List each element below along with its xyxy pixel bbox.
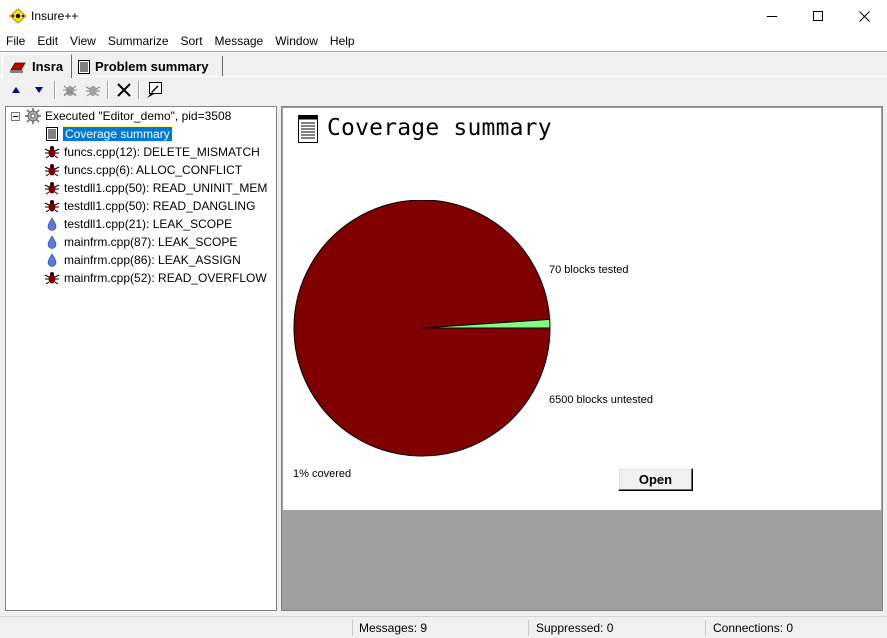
tree-item-label: mainfrm.cpp(86): LEAK_ASSIGN [64, 253, 241, 267]
tree-root[interactable]: Executed "Editor_demo", pid=3508 [25, 107, 231, 125]
menu-window[interactable]: Window [269, 32, 324, 51]
tree-root-label: Executed "Editor_demo", pid=3508 [45, 109, 232, 123]
document-icon [78, 59, 90, 74]
edit-button[interactable] [145, 80, 165, 100]
tab-divider [0, 76, 887, 77]
bug-icon [44, 182, 60, 195]
status-divider [528, 620, 529, 636]
open-button[interactable]: Open [618, 468, 693, 491]
drop-icon [47, 235, 57, 249]
menu-edit[interactable]: Edit [31, 32, 64, 51]
toolbar-separator [54, 81, 56, 99]
delete-button[interactable] [114, 80, 134, 100]
coverage-pie-chart [293, 200, 551, 457]
collapse-toggle[interactable] [11, 112, 20, 121]
drop-icon [47, 217, 57, 231]
window-title: Insure++ [31, 9, 79, 23]
close-icon [858, 10, 870, 22]
tab-problem-summary[interactable]: Problem summary [72, 56, 223, 77]
bug-icon [44, 146, 60, 159]
tree-item-coverage-summary[interactable]: Coverage summary [44, 125, 173, 143]
arrow-down-icon [35, 87, 43, 93]
menu-help[interactable]: Help [324, 32, 361, 51]
tab-strip: Insra Problem summary [0, 53, 887, 78]
minimize-icon [766, 15, 777, 17]
menu-file[interactable]: File [0, 32, 31, 51]
status-connections: Connections: 0 [713, 621, 794, 635]
close-button[interactable] [841, 0, 887, 32]
tree-item-label: testdll1.cpp(50): READ_DANGLING [64, 199, 256, 213]
toolbar-separator [138, 81, 140, 99]
percent-covered-label: 1% covered [293, 468, 352, 480]
status-divider [705, 620, 706, 636]
tree-item[interactable]: mainfrm.cpp(87): LEAK_SCOPE [44, 233, 237, 251]
tree-item-label: Coverage summary [62, 126, 173, 142]
tab-problem-summary-label: Problem summary [95, 59, 209, 74]
status-suppressed: Suppressed: 0 [536, 621, 614, 635]
tree-item[interactable]: funcs.cpp(12): DELETE_MISMATCH [44, 143, 260, 161]
unsuppress-button[interactable] [83, 80, 103, 100]
tree-item-label: testdll1.cpp(21): LEAK_SCOPE [64, 217, 233, 231]
tree-item[interactable]: testdll1.cpp(50): READ_UNINIT_MEM [44, 179, 267, 197]
delete-x-icon [117, 83, 131, 97]
bug-disabled-icon [63, 85, 77, 97]
bug-icon [44, 164, 60, 177]
tree-item[interactable]: funcs.cpp(6): ALLOC_CONFLICT [44, 161, 242, 179]
tree-item[interactable]: testdll1.cpp(21): LEAK_SCOPE [44, 215, 232, 233]
title-bar: Insure++ [0, 0, 887, 32]
menu-bar: File Edit View Summarize Sort Message Wi… [0, 32, 887, 51]
toolbar-separator [107, 81, 109, 99]
tree-item-label: mainfrm.cpp(52): READ_OVERFLOW [64, 271, 267, 285]
toolbar [0, 78, 887, 102]
arrow-up-icon [12, 87, 20, 93]
maximize-icon [812, 10, 823, 21]
menu-sort[interactable]: Sort [175, 32, 209, 51]
tree-item[interactable]: mainfrm.cpp(52): READ_OVERFLOW [44, 269, 267, 287]
tree-item-label: funcs.cpp(12): DELETE_MISMATCH [64, 145, 260, 159]
maximize-button[interactable] [795, 0, 841, 32]
bug-icon [44, 272, 60, 285]
bug-disabled-icon [85, 86, 101, 97]
suppress-button[interactable] [60, 80, 80, 100]
menu-view[interactable]: View [64, 32, 102, 51]
tree-item-label: testdll1.cpp(50): READ_UNINIT_MEM [64, 181, 268, 195]
drop-icon [47, 253, 57, 267]
coverage-title: Coverage summary [327, 115, 552, 141]
tested-blocks-label: 70 blocks tested [549, 264, 629, 276]
menu-summarize[interactable]: Summarize [102, 32, 175, 51]
message-tree[interactable]: Executed "Editor_demo", pid=3508 Coverag… [5, 106, 277, 611]
document-icon [298, 115, 318, 143]
status-bar: Messages: 9 Suppressed: 0 Connections: 0 [0, 616, 887, 638]
tree-item[interactable]: mainfrm.cpp(86): LEAK_ASSIGN [44, 251, 241, 269]
insure-app-icon [9, 8, 27, 24]
tree-item-label: mainfrm.cpp(87): LEAK_SCOPE [64, 235, 238, 249]
move-up-button[interactable] [6, 80, 26, 100]
minimize-button[interactable] [749, 0, 795, 32]
insra-icon [10, 62, 26, 73]
status-divider [352, 620, 353, 636]
document-icon [46, 127, 58, 141]
tree-item-label: funcs.cpp(6): ALLOC_CONFLICT [64, 163, 243, 177]
bug-icon [44, 200, 60, 213]
menu-message[interactable]: Message [209, 32, 270, 51]
status-messages: Messages: 9 [359, 621, 428, 635]
move-down-button[interactable] [29, 80, 49, 100]
tab-insra-label: Insra [32, 59, 64, 74]
tree-item[interactable]: testdll1.cpp(50): READ_DANGLING [44, 197, 255, 215]
edit-icon [147, 82, 162, 98]
tab-insra[interactable]: Insra [2, 54, 72, 78]
untested-blocks-label: 6500 blocks untested [549, 394, 653, 406]
gear-icon [25, 108, 41, 124]
